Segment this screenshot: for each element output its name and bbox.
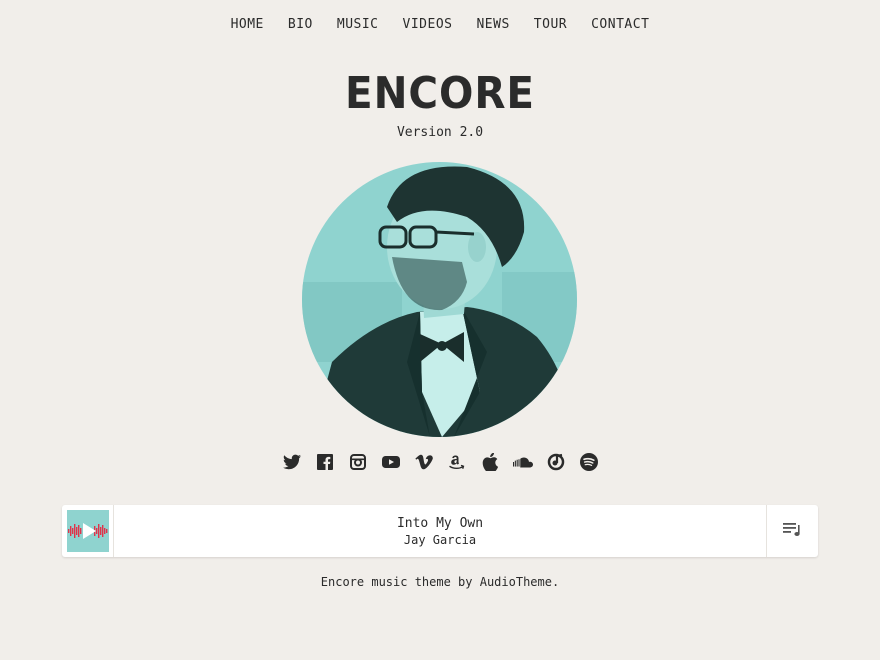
vimeo-icon[interactable]	[414, 452, 434, 472]
twitter-icon[interactable]	[282, 452, 302, 472]
nav-item-tour[interactable]: TOUR	[534, 16, 567, 34]
soundcloud-icon[interactable]	[512, 452, 533, 472]
audio-player: Into My Own Jay Garcia	[62, 505, 818, 557]
track-title: Into My Own	[396, 515, 484, 531]
playlist-toggle-button[interactable]	[766, 505, 818, 557]
nav-item-bio[interactable]: BIO	[288, 16, 313, 34]
site-tagline: Version 2.0	[396, 125, 484, 140]
itunes-icon[interactable]	[546, 452, 566, 472]
track-artist: Jay Garcia	[403, 532, 477, 547]
amazon-icon[interactable]	[447, 452, 467, 472]
nav-item-home[interactable]: HOME	[231, 16, 264, 34]
site-title[interactable]: ENCORE	[35, 68, 845, 119]
nav-item-music[interactable]: MUSIC	[337, 16, 379, 34]
playlist-icon	[782, 521, 803, 541]
album-art	[66, 510, 109, 552]
instagram-icon[interactable]	[348, 452, 368, 472]
apple-icon[interactable]	[480, 452, 500, 472]
main-nav: HOME BIO MUSIC VIDEOS NEWS TOUR CONTACT	[0, 16, 880, 34]
youtube-icon[interactable]	[381, 452, 401, 472]
artist-photo	[302, 162, 577, 437]
track-info: Into My Own Jay Garcia	[114, 505, 766, 557]
nav-item-contact[interactable]: CONTACT	[591, 16, 649, 34]
social-links	[0, 452, 880, 472]
facebook-icon[interactable]	[315, 452, 335, 472]
play-button[interactable]	[62, 505, 114, 557]
footer-credit: Encore music theme by AudioTheme.	[320, 575, 560, 589]
spotify-icon[interactable]	[579, 452, 599, 472]
nav-item-news[interactable]: NEWS	[476, 16, 509, 34]
nav-item-videos[interactable]: VIDEOS	[403, 16, 453, 34]
